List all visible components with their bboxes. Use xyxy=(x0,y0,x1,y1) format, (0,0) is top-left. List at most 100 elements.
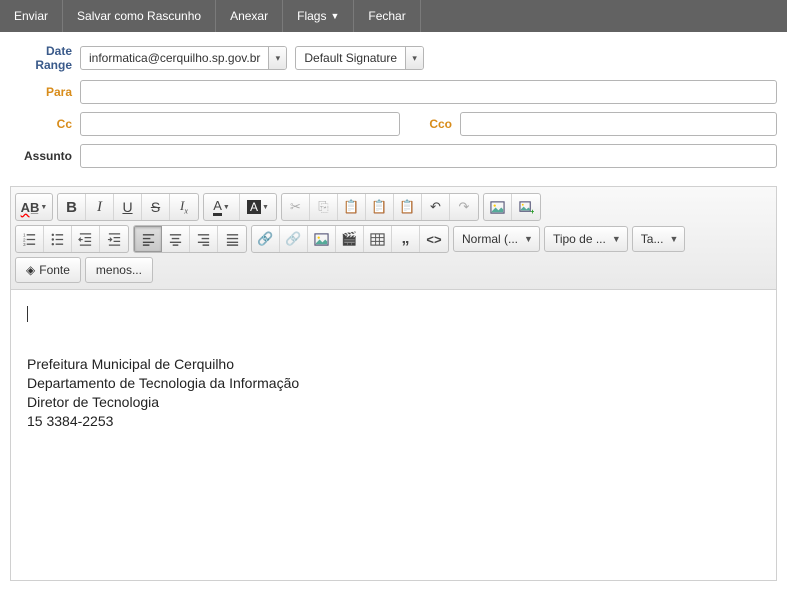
bold-button[interactable]: B xyxy=(58,194,86,220)
image-plus-icon: + xyxy=(519,200,534,215)
editor-body[interactable]: Prefeitura Municipal de Cerquilho Depart… xyxy=(11,290,776,580)
editor-toolbar-row-2: 123 xyxy=(15,223,772,255)
image-icon xyxy=(490,200,505,215)
cut-icon: ✂ xyxy=(290,199,301,215)
flags-label: Flags xyxy=(297,9,326,23)
redo-button[interactable]: ↷ xyxy=(450,194,478,220)
attach-button[interactable]: Anexar xyxy=(216,0,283,32)
bg-color-icon: A xyxy=(247,200,261,214)
paragraph-format-value: Normal (... xyxy=(462,232,518,246)
align-justify-button[interactable] xyxy=(218,226,246,252)
subject-input[interactable] xyxy=(80,144,777,168)
link-icon: 🔗 xyxy=(257,231,273,247)
caret-down-icon: ▼ xyxy=(262,204,269,211)
bcc-input[interactable] xyxy=(460,112,777,136)
font-name-value: Tipo de ... xyxy=(553,232,606,246)
from-row: Date Range informatica@cerquilho.sp.gov.… xyxy=(10,44,777,72)
outdent-icon xyxy=(78,232,93,247)
redo-icon: ↷ xyxy=(459,199,470,215)
signature-select[interactable]: Default Signature ▾ xyxy=(295,46,424,70)
editor-toolbar: AB̲ ▼ B I U S Ix A▼ A▼ ✂ ⎘ 📋 📋 📋 xyxy=(11,187,776,290)
date-range-label: Date Range xyxy=(10,44,80,72)
subject-label: Assunto xyxy=(10,149,80,163)
font-size-select[interactable]: Ta... ▼ xyxy=(632,226,686,252)
underline-icon: U xyxy=(122,199,132,215)
align-center-icon xyxy=(168,232,183,247)
blockquote-button[interactable]: „ xyxy=(392,226,420,252)
chevron-down-icon: ▾ xyxy=(268,47,286,69)
cc-row: Cc Cco xyxy=(10,112,777,136)
cc-label: Cc xyxy=(10,117,80,131)
align-left-icon xyxy=(141,232,156,247)
compose-fields: Date Range informatica@cerquilho.sp.gov.… xyxy=(0,32,787,186)
outdent-button[interactable] xyxy=(72,226,100,252)
caret-down-icon: ▼ xyxy=(669,234,678,244)
chevron-down-icon: ▾ xyxy=(405,47,423,69)
editor: AB̲ ▼ B I U S Ix A▼ A▼ ✂ ⎘ 📋 📋 📋 xyxy=(10,186,777,581)
media-button[interactable]: 🎬 xyxy=(336,226,364,252)
underline-button[interactable]: U xyxy=(114,194,142,220)
text-color-icon: A xyxy=(213,198,222,216)
strike-button[interactable]: S xyxy=(142,194,170,220)
signature-line-4: 15 3384-2253 xyxy=(27,412,760,431)
signature-line-2: Departamento de Tecnologia da Informação xyxy=(27,374,760,393)
code-button[interactable]: <> xyxy=(420,226,448,252)
unordered-list-icon xyxy=(50,232,65,247)
editor-toolbar-row-1: AB̲ ▼ B I U S Ix A▼ A▼ ✂ ⎘ 📋 📋 📋 xyxy=(15,191,772,223)
cc-input[interactable] xyxy=(80,112,400,136)
paste-button[interactable]: 📋 xyxy=(338,194,366,220)
align-left-button[interactable] xyxy=(134,226,162,252)
link-button[interactable]: 🔗 xyxy=(252,226,280,252)
caret-down-icon: ▼ xyxy=(524,234,533,244)
flags-button[interactable]: Flags ▼ xyxy=(283,0,354,32)
align-right-icon xyxy=(196,232,211,247)
caret-down-icon: ▼ xyxy=(40,204,47,211)
copy-button[interactable]: ⎘ xyxy=(310,194,338,220)
source-icon: ◈ xyxy=(26,263,35,277)
signature-line-3: Diretor de Tecnologia xyxy=(27,393,760,412)
svg-text:3: 3 xyxy=(23,242,26,247)
unlink-button[interactable]: 🔗 xyxy=(280,226,308,252)
paste-word-button[interactable]: 📋 xyxy=(394,194,422,220)
paste-icon: 📋 xyxy=(343,199,359,215)
remove-format-button[interactable]: Ix xyxy=(170,194,198,220)
less-label: menos... xyxy=(96,263,142,277)
remove-format-icon: Ix xyxy=(180,198,188,216)
paste-text-button[interactable]: 📋 xyxy=(366,194,394,220)
indent-button[interactable] xyxy=(100,226,128,252)
from-select[interactable]: informatica@cerquilho.sp.gov.br ▾ xyxy=(80,46,287,70)
save-draft-button[interactable]: Salvar como Rascunho xyxy=(63,0,216,32)
align-center-button[interactable] xyxy=(162,226,190,252)
image-button-2[interactable]: + xyxy=(512,194,540,220)
indent-icon xyxy=(107,232,122,247)
table-button[interactable] xyxy=(364,226,392,252)
send-button[interactable]: Enviar xyxy=(0,0,63,32)
close-button[interactable]: Fechar xyxy=(354,0,420,32)
to-input[interactable] xyxy=(80,80,777,104)
from-select-value: informatica@cerquilho.sp.gov.br xyxy=(81,47,268,69)
unordered-list-button[interactable] xyxy=(44,226,72,252)
paragraph-format-select[interactable]: Normal (... ▼ xyxy=(453,226,540,252)
subject-row: Assunto xyxy=(10,144,777,168)
align-right-button[interactable] xyxy=(190,226,218,252)
cut-button[interactable]: ✂ xyxy=(282,194,310,220)
spellcheck-button[interactable]: AB̲ ▼ xyxy=(16,194,52,220)
insert-image-button[interactable] xyxy=(308,226,336,252)
ordered-list-button[interactable]: 123 xyxy=(16,226,44,252)
editor-toolbar-row-3: ◈ Fonte menos... xyxy=(15,255,772,285)
italic-button[interactable]: I xyxy=(86,194,114,220)
to-row: Para xyxy=(10,80,777,104)
align-justify-icon xyxy=(225,232,240,247)
image-icon xyxy=(314,232,329,247)
less-button[interactable]: menos... xyxy=(85,257,153,283)
font-size-value: Ta... xyxy=(641,232,664,246)
bg-color-button[interactable]: A▼ xyxy=(240,194,276,220)
undo-button[interactable]: ↶ xyxy=(422,194,450,220)
source-button[interactable]: ◈ Fonte xyxy=(15,257,81,283)
source-label: Fonte xyxy=(39,263,70,277)
image-button-1[interactable] xyxy=(484,194,512,220)
text-color-button[interactable]: A▼ xyxy=(204,194,240,220)
unlink-icon: 🔗 xyxy=(285,231,301,247)
font-name-select[interactable]: Tipo de ... ▼ xyxy=(544,226,628,252)
media-icon: 🎬 xyxy=(341,231,357,247)
